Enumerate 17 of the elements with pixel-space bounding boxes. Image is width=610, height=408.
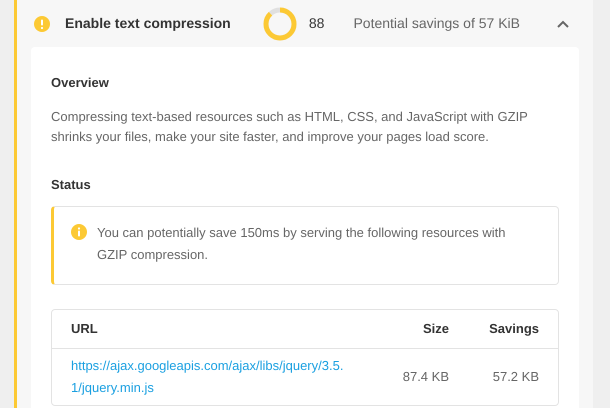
- info-icon: [71, 224, 87, 240]
- column-header: Savings: [488, 320, 539, 338]
- table-cell-text: 87.4 KB: [402, 368, 449, 386]
- audit-header[interactable]: Enable text compression 88 Potential savings of 57 KiB: [17, 0, 593, 47]
- column-header: Size: [422, 320, 449, 338]
- score-value: 88: [308, 14, 324, 33]
- savings-text: Potential savings of 57 KiB: [353, 14, 520, 33]
- overview-text: Compressing text-based resources such as HTML, CSS, and JavaScript with GZIP shrinks your files, make your site faster, and improve your pages load score.: [51, 108, 529, 146]
- column-header: URL: [71, 320, 99, 338]
- warning-icon: [34, 16, 50, 32]
- section-heading: Status: [51, 176, 92, 194]
- collapse-chevron-icon[interactable]: [557, 20, 569, 28]
- alert-text: You can potentially save 150ms by serving the following resources with GZIP compression.: [97, 224, 507, 264]
- table-cell-text: 57.2 KB: [492, 368, 539, 386]
- score-donut-icon: [260, 4, 299, 42]
- section-heading: Overview: [51, 74, 110, 92]
- audit-title: Enable text compression: [65, 14, 231, 33]
